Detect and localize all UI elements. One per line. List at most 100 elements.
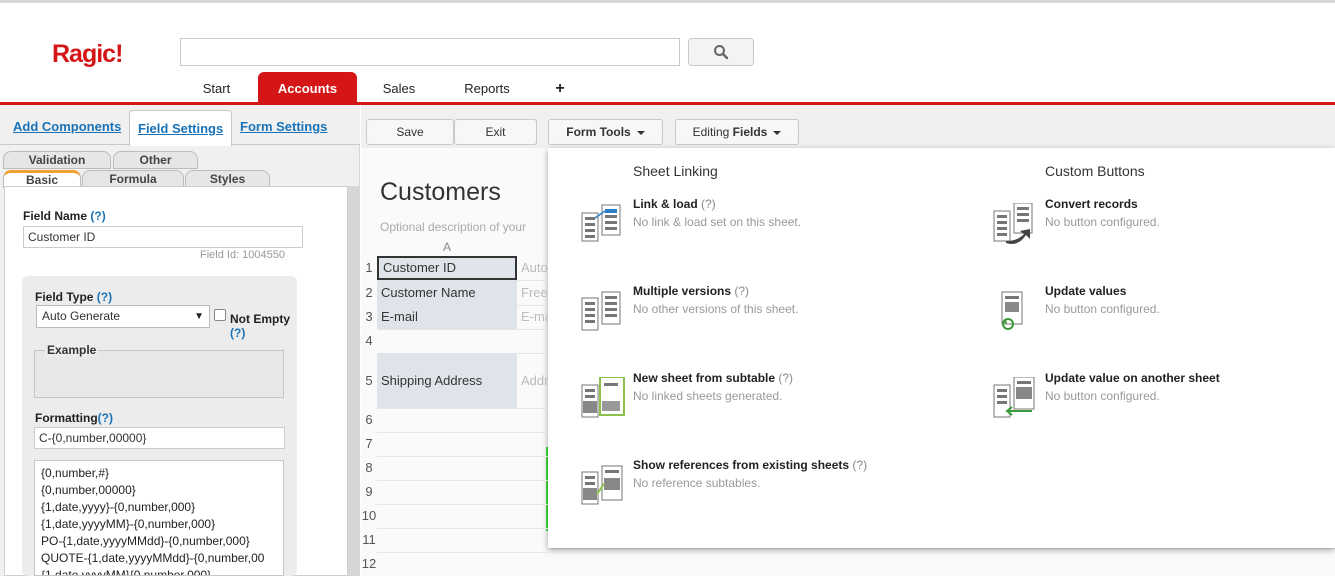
column-header-a[interactable]: A (443, 240, 451, 254)
menu-item-subtitle: No linked sheets generated. (633, 389, 783, 403)
form-tools-button[interactable]: Form Tools (548, 119, 663, 145)
menu-item-convert-records[interactable]: Convert records No button configured. (960, 197, 1330, 269)
menu-item-title: Link & load (?) (633, 197, 716, 211)
field-label-cell[interactable]: E-mail (377, 305, 517, 329)
format-option[interactable]: {0,number,00000} (41, 482, 283, 499)
formatting-input[interactable]: C-{0,number,00000} (34, 427, 285, 449)
field-name-text: Field Name (23, 209, 88, 223)
row-number: 4 (365, 333, 373, 348)
field-value-cell[interactable]: Auto (517, 256, 548, 280)
update-another-sheet-title: Update value on another sheet (1045, 371, 1220, 385)
save-button[interactable]: Save (366, 119, 454, 145)
not-empty-text: Not Empty (230, 312, 290, 326)
not-empty-label: Not Empty (?) (230, 312, 297, 340)
grid-line (548, 548, 1335, 549)
not-empty-checkbox[interactable] (214, 309, 226, 321)
format-option[interactable]: QUOTE-{1,date,yyyyMMdd}-{0,number,00 (41, 550, 283, 567)
grid-line (377, 408, 548, 409)
grid-line (377, 504, 548, 505)
formatting-label: Formatting(?) (35, 411, 113, 425)
field-type-help[interactable]: (?) (97, 290, 112, 304)
menu-item-update-values[interactable]: Update values No button configured. (960, 284, 1330, 356)
tab-field-settings[interactable]: Field Settings (129, 110, 233, 146)
menu-item-subtitle: No other versions of this sheet. (633, 302, 799, 316)
menu-item-title: New sheet from subtable (?) (633, 371, 793, 385)
add-tab-button[interactable]: + (533, 72, 587, 103)
format-options-list: {0,number,#} {0,number,00000} {1,date,yy… (34, 460, 284, 576)
subtab-validation[interactable]: Validation (3, 151, 111, 169)
row-number: 7 (365, 436, 373, 451)
link-load-icon (581, 204, 621, 242)
menu-item-multiple-versions[interactable]: Multiple versions (?) No other versions … (548, 284, 918, 356)
tab-add-components[interactable]: Add Components (13, 119, 121, 134)
menu-item-update-another-sheet[interactable]: Update value on another sheet No button … (960, 371, 1330, 443)
menu-item-show-references[interactable]: Show references from existing sheets (?)… (548, 458, 918, 530)
convert-records-title: Convert records (1045, 197, 1138, 211)
help-link[interactable]: (?) (778, 371, 793, 385)
caret-down-icon (773, 130, 782, 135)
field-label-cell[interactable]: Customer ID (377, 256, 517, 280)
multiple-versions-title: Multiple versions (633, 284, 732, 298)
field-type-value: Auto Generate (42, 309, 121, 323)
field-label-cell[interactable]: Customer Name (377, 281, 517, 305)
grid-line (377, 528, 548, 529)
custom-buttons-heading: Custom Buttons (1045, 163, 1145, 179)
grid-line (377, 432, 548, 433)
search-button[interactable] (688, 38, 754, 66)
format-option[interactable]: {1,date,yyyyMM}{0,number,000} (41, 567, 283, 575)
format-option[interactable]: {1,date,yyyyMM}-{0,number,000} (41, 516, 283, 533)
field-value-cell[interactable]: Addr (517, 353, 548, 408)
menu-item-new-sheet-subtable[interactable]: New sheet from subtable (?) No linked sh… (548, 371, 918, 443)
menu-item-title: Update value on another sheet (1045, 371, 1220, 385)
show-references-icon (581, 465, 623, 505)
field-name-input[interactable]: Customer ID (23, 226, 303, 248)
row-number: 8 (365, 460, 373, 475)
not-empty-help[interactable]: (?) (230, 326, 245, 340)
field-type-select[interactable]: Auto Generate ▼ (36, 305, 210, 328)
format-option[interactable]: PO-{1,date,yyyyMMdd}-{0,number,000} (41, 533, 283, 550)
menu-item-title: Update values (1045, 284, 1126, 298)
field-type-label: Field Type (?) (35, 290, 112, 304)
field-label-cell[interactable]: Shipping Address (377, 353, 517, 408)
help-link[interactable]: (?) (734, 284, 749, 298)
search-input[interactable] (180, 38, 680, 66)
field-value-cell[interactable]: E-ma (517, 305, 548, 329)
tab-reports[interactable]: Reports (441, 72, 533, 103)
field-value-cell[interactable]: Free (517, 281, 548, 305)
exit-button[interactable]: Exit (454, 119, 537, 145)
field-name-label: Field Name (?) (23, 209, 106, 223)
top-border (0, 0, 1335, 3)
row-number: 2 (365, 285, 373, 300)
subtab-other[interactable]: Other (113, 151, 198, 169)
editing-fields-label: Fields (732, 125, 768, 139)
sheet-title[interactable]: Customers (380, 178, 501, 207)
tab-sales[interactable]: Sales (357, 72, 441, 103)
link-load-title: Link & load (633, 197, 698, 211)
field-type-text: Field Type (35, 290, 94, 304)
ragic-logo[interactable]: Ragic! (52, 40, 123, 69)
sheet-description[interactable]: Optional description of your (380, 220, 526, 234)
new-sheet-subtable-icon (581, 377, 625, 418)
tab-accounts[interactable]: Accounts (258, 72, 357, 103)
grid-line (377, 329, 548, 330)
form-tools-label: Form Tools (566, 125, 631, 139)
help-link[interactable]: (?) (701, 197, 716, 211)
field-name-help[interactable]: (?) (90, 209, 105, 223)
design-panel: Add Components Field Settings Form Setti… (0, 105, 360, 576)
menu-item-title: Multiple versions (?) (633, 284, 749, 298)
format-option[interactable]: {0,number,#} (41, 465, 283, 482)
formatting-help[interactable]: (?) (98, 411, 113, 425)
tab-form-settings[interactable]: Form Settings (240, 119, 327, 134)
tab-start[interactable]: Start (175, 72, 258, 103)
panel-scrollbar[interactable] (348, 186, 360, 576)
help-link[interactable]: (?) (852, 458, 867, 472)
format-option[interactable]: {1,date,yyyy}-{0,number,000} (41, 499, 283, 516)
update-another-sheet-icon (993, 377, 1035, 418)
row-number: 10 (361, 508, 377, 523)
menu-item-link-load[interactable]: Link & load (?) No link & load set on th… (548, 197, 918, 269)
editing-prefix: Editing (692, 125, 730, 139)
row-number: 3 (365, 309, 373, 324)
formatting-text: Formatting (35, 411, 98, 425)
row-number: 9 (365, 484, 373, 499)
editing-fields-button[interactable]: Editing Fields (675, 119, 799, 145)
